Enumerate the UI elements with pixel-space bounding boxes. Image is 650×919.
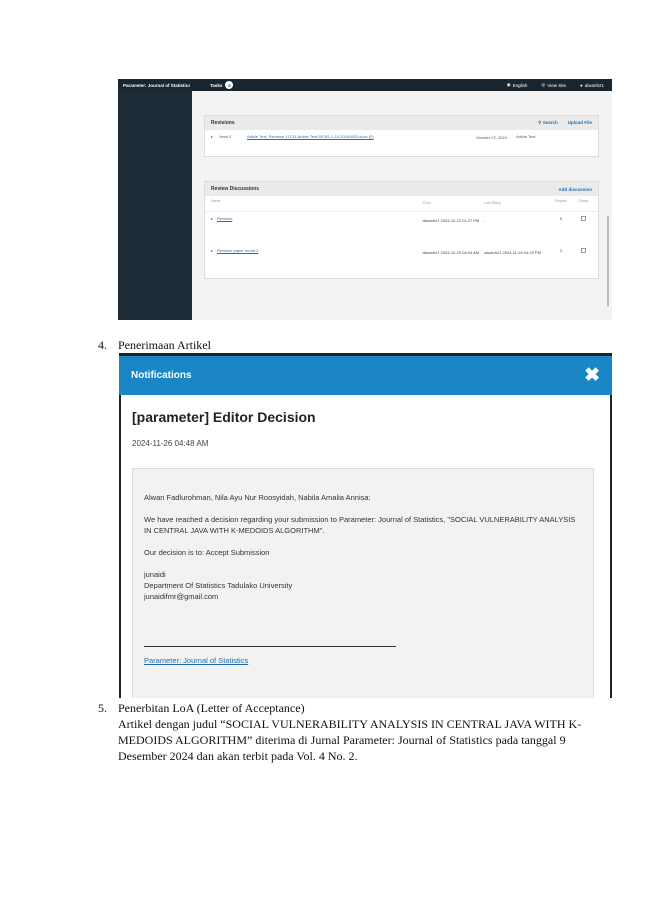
list-item-4-label: Penerimaan Artikel: [118, 338, 211, 352]
tasks-label: Tasks: [210, 82, 223, 88]
review-discussions-panel: Review Discussions Add discussion Name F…: [204, 181, 599, 279]
revision-version: Versi 2: [219, 134, 232, 139]
expand-icon[interactable]: ▸: [211, 134, 219, 139]
closed-checkbox[interactable]: [580, 216, 586, 221]
col-last-reply: Last Reply: [484, 201, 501, 205]
notification-screenshot: Notifications ✖ [parameter] Editor Decis…: [119, 353, 612, 698]
top-navbar: Parameter: Journal of Statistics Tasks 0…: [118, 79, 612, 91]
list-number-5: 5.: [98, 701, 107, 715]
signature-name: junaidi: [144, 570, 166, 579]
user-menu[interactable]: ● alwanh21: [580, 83, 604, 88]
journal-name[interactable]: Parameter: Journal of Statistics: [118, 83, 190, 88]
close-icon[interactable]: ✖: [584, 366, 600, 385]
signature-email: junaidifmr@gmail.com: [144, 592, 219, 601]
revision-type: Article Text: [516, 134, 536, 139]
col-name: Name: [211, 199, 221, 203]
revision-date: October 22, 2024: [476, 135, 507, 140]
language-label: English: [512, 82, 528, 88]
discussion-last-reply: alwanh21 2024-11-25 04:29 PM: [484, 250, 541, 255]
notification-header: Notifications ✖: [119, 356, 612, 395]
tasks-menu[interactable]: Tasks 0: [210, 81, 234, 89]
frame-edge-right: [610, 395, 612, 698]
divider: [144, 646, 396, 647]
search-label: Search: [542, 120, 558, 125]
table-row: ▸ Revision paper round 2 alwanh21 2024-10…: [205, 244, 598, 276]
revision-file-row: ▸ Versi 2 Article Text, Revision 17131-A…: [205, 130, 598, 150]
main-content: Revisions ⚲ Search Upload File ▸ Versi 2…: [192, 91, 612, 320]
col-closed: Closed: [577, 199, 589, 203]
discussion-last-reply: -: [484, 218, 486, 223]
language-menu[interactable]: ◉ English: [507, 82, 528, 88]
col-from: From: [422, 201, 431, 205]
decision-text: Our decision is to: Accept Submission: [144, 548, 270, 557]
frame-edge-left: [119, 395, 121, 698]
view-site-label: View Site: [547, 82, 567, 88]
search-button[interactable]: ⚲ Search: [538, 120, 558, 126]
revisions-title: Revisions: [211, 120, 235, 126]
discussion-from: alwanh21 2024-10-22 01:27 PM: [422, 218, 480, 223]
notification-subject: [parameter] Editor Decision: [132, 409, 316, 425]
discussion-link[interactable]: Revision: [217, 216, 232, 240]
discussion-from: alwanh21 2024-10-29 04:44 AM: [422, 250, 480, 255]
signature-department: Department Of Statistics Tadulako Univer…: [144, 581, 293, 590]
user-name: alwanh21: [584, 82, 604, 88]
discussion-replies: 0: [559, 216, 563, 221]
discussions-header-row: Name From Last Reply Replies Closed: [205, 196, 598, 212]
review-discussions-title: Review Discussions: [211, 186, 260, 192]
table-row: ▸ Revision alwanh21 2024-10-22 01:27 PM -…: [205, 212, 598, 244]
tasks-count-badge: 0: [225, 81, 234, 89]
notification-date: 2024-11-26 04:48 AM: [132, 439, 209, 448]
add-discussion-button[interactable]: Add discussion: [558, 187, 592, 192]
list-item-5-label: Penerbitan LoA (Letter of Acceptance): [118, 701, 305, 715]
expand-icon[interactable]: ▸: [211, 216, 213, 240]
scrollbar[interactable]: [607, 216, 609, 306]
expand-icon[interactable]: ▸: [211, 248, 213, 272]
upload-file-button[interactable]: Upload File: [568, 120, 592, 126]
notification-header-title: Notifications: [131, 370, 192, 381]
list-item-5-paragraph: Artikel dengan judul “SOCIAL VULNERABILI…: [118, 717, 582, 763]
journal-link[interactable]: Parameter: Journal of Statistics: [144, 655, 583, 666]
globe-icon: ◉: [506, 82, 511, 87]
message-text: We have reached a decision regarding you…: [144, 515, 576, 535]
revisions-panel: Revisions ⚲ Search Upload File ▸ Versi 2…: [204, 115, 599, 157]
eye-icon: ◎: [541, 82, 546, 87]
view-site-link[interactable]: ◎ View Site: [541, 82, 566, 88]
sidebar-nav: [118, 91, 192, 320]
discussion-replies: 2: [559, 248, 563, 253]
discussion-link[interactable]: Revision paper round 2: [217, 248, 258, 272]
revision-file-link[interactable]: Article Text, Revision 17131-Article Tex…: [247, 134, 476, 139]
col-replies: Replies: [555, 199, 567, 203]
greeting-text: Alwan Fadlurohman, Nila Ayu Nur Roosyida…: [144, 493, 371, 502]
ojs-dashboard-screenshot: Parameter: Journal of Statistics Tasks 0…: [118, 79, 612, 320]
notification-message-body: Alwan Fadlurohman, Nila Ayu Nur Roosyida…: [132, 468, 594, 698]
user-icon: ●: [580, 82, 583, 88]
closed-checkbox[interactable]: [580, 248, 586, 253]
list-number-4: 4.: [98, 338, 107, 352]
